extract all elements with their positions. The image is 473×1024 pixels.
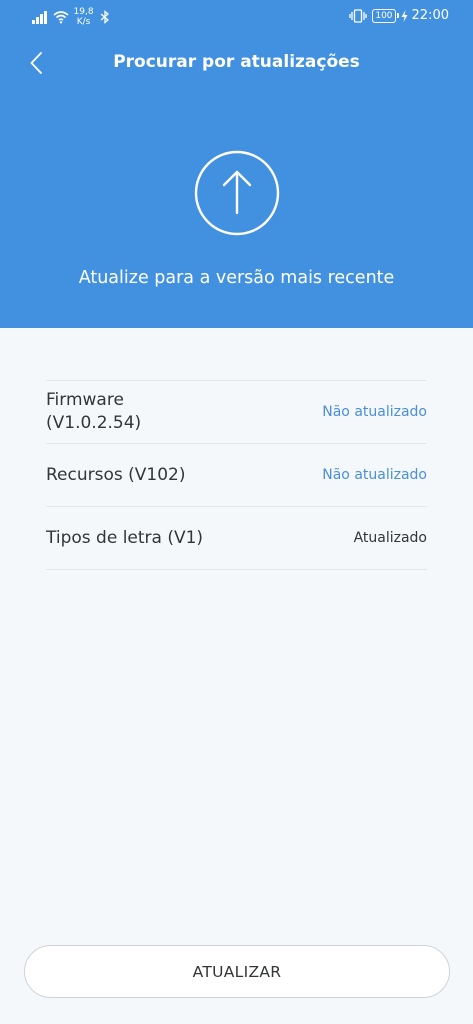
network-speed: 19,8 K/s: [74, 7, 94, 27]
status-left: 19,8 K/s: [32, 7, 110, 27]
list-item-fonts: Tipos de letra (V1) Atualizado: [46, 507, 427, 570]
clock: 22:00: [411, 8, 449, 23]
wifi-icon: [52, 11, 69, 24]
item-name: Firmware (V1.0.2.54): [46, 390, 142, 433]
status-label: Não atualizado: [322, 467, 427, 483]
status-right: 100 22:00: [349, 8, 449, 23]
status-label: Atualizado: [353, 530, 427, 546]
bluetooth-icon: [100, 10, 109, 24]
header: 19,8 K/s 100 22:00 Procurar por atualiza…: [0, 0, 473, 328]
battery-icon: 100: [372, 8, 399, 23]
item-name: Tipos de letra (V1): [46, 527, 204, 548]
signal-icon: [32, 10, 47, 24]
update-button[interactable]: ATUALIZAR: [24, 945, 450, 998]
update-list: Firmware (V1.0.2.54) Não atualizado Recu…: [46, 380, 427, 570]
header-subtitle: Atualize para a versão mais recente: [78, 268, 395, 288]
list-item-resources: Recursos (V102) Não atualizado: [46, 444, 427, 507]
speed-unit: K/s: [76, 17, 91, 27]
arrow-up-circle-icon: [194, 150, 280, 236]
list-item-firmware: Firmware (V1.0.2.54) Não atualizado: [46, 381, 427, 444]
charging-icon: [401, 9, 408, 22]
item-name: Recursos (V102): [46, 464, 186, 485]
page-title: Procurar por atualizações: [113, 52, 360, 72]
vibrate-icon: [349, 8, 367, 23]
speed-value: 19,8: [73, 7, 94, 17]
status-label: Não atualizado: [322, 404, 427, 420]
status-bar: 19,8 K/s 100 22:00: [0, 0, 473, 34]
